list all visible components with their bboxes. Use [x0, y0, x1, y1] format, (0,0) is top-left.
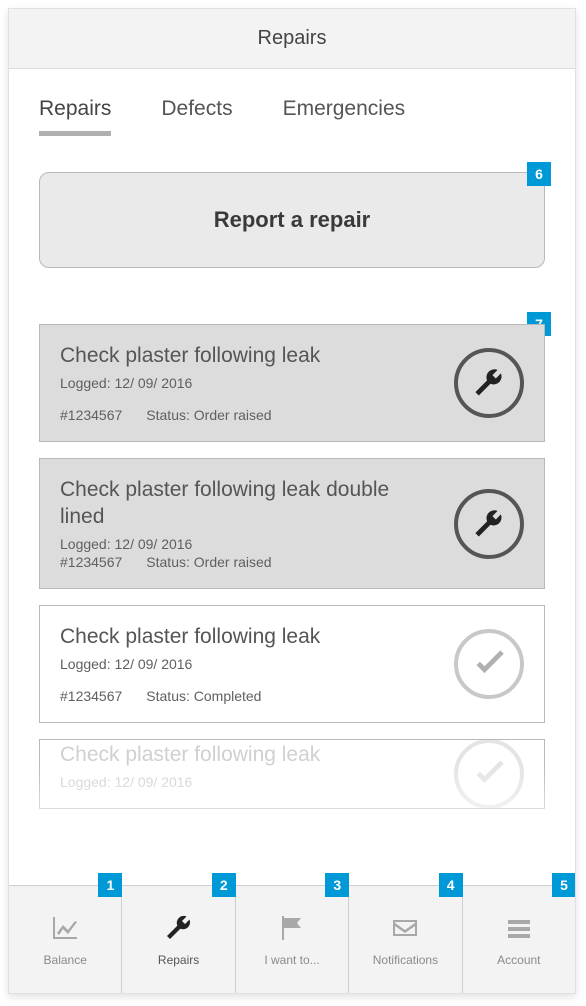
nav-repairs[interactable]: 2 Repairs — [122, 886, 235, 993]
repair-card[interactable]: Check plaster following leak Logged: 12/… — [39, 605, 545, 723]
nav-label: Account — [497, 953, 540, 967]
tab-label: Emergencies — [283, 97, 406, 120]
repair-meta: #1234567 Status: Order raised — [60, 554, 438, 570]
page-title-bar: Repairs — [9, 9, 575, 69]
wrench-icon — [454, 348, 524, 418]
repair-meta: #1234567 Status: Completed — [60, 688, 438, 704]
tab-label: Repairs — [39, 97, 111, 120]
nav-label: Balance — [44, 953, 87, 967]
repair-card[interactable]: Check plaster following leak Logged: 12/… — [39, 324, 545, 442]
nav-wantto[interactable]: 3 I want to... — [236, 886, 349, 993]
repair-list: 7 Check plaster following leak Logged: 1… — [39, 324, 545, 809]
nav-notifications[interactable]: 4 Notifications — [349, 886, 462, 993]
page-title: Repairs — [258, 27, 327, 50]
repair-meta: #1234567 Status: Order raised — [60, 407, 438, 423]
repair-ref: #1234567 — [60, 407, 122, 423]
wrench-icon — [164, 913, 194, 943]
repair-card[interactable]: Check plaster following leak double line… — [39, 458, 545, 589]
report-repair-label: Report a repair — [214, 207, 371, 232]
tab-defects[interactable]: Defects — [161, 97, 232, 136]
tab-repairs[interactable]: Repairs — [39, 97, 111, 136]
nav-balance[interactable]: 1 Balance — [9, 886, 122, 993]
repair-status: Status: Completed — [146, 688, 261, 704]
bottom-nav: 1 Balance 2 Repairs 3 I want to... 4 Not… — [9, 885, 575, 993]
repair-title: Check plaster following leak — [60, 343, 438, 369]
nav-label: I want to... — [264, 953, 319, 967]
mail-icon — [390, 913, 420, 943]
repair-status: Status: Order raised — [146, 407, 271, 423]
chart-icon — [50, 913, 80, 943]
repair-title: Check plaster following leak — [60, 624, 438, 650]
repair-card-body: Check plaster following leak Logged: 12/… — [60, 343, 438, 423]
report-repair-wrap: Report a repair 6 — [39, 172, 545, 268]
nav-badge: 2 — [212, 873, 236, 897]
check-icon — [454, 629, 524, 699]
tab-label: Defects — [161, 97, 232, 120]
repair-card[interactable]: Check plaster following leak Logged: 12/… — [39, 739, 545, 809]
wrench-icon — [454, 489, 524, 559]
repair-logged: Logged: 12/ 09/ 2016 — [60, 774, 438, 790]
nav-badge: 5 — [552, 873, 576, 897]
nav-label: Repairs — [158, 953, 199, 967]
repair-title: Check plaster following leak double line… — [60, 477, 438, 530]
tab-emergencies[interactable]: Emergencies — [283, 97, 406, 136]
tab-bar: Repairs Defects Emergencies — [39, 97, 545, 136]
report-repair-button[interactable]: Report a repair — [39, 172, 545, 268]
repair-card-body: Check plaster following leak double line… — [60, 477, 438, 570]
repair-status: Status: Order raised — [146, 554, 271, 570]
nav-account[interactable]: 5 Account — [463, 886, 575, 993]
repair-ref: #1234567 — [60, 688, 122, 704]
repair-ref: #1234567 — [60, 554, 122, 570]
nav-label: Notifications — [373, 953, 438, 967]
nav-badge: 1 — [98, 873, 122, 897]
flag-icon — [277, 913, 307, 943]
check-icon — [454, 739, 524, 809]
repair-logged: Logged: 12/ 09/ 2016 — [60, 536, 438, 552]
content-area: Repairs Defects Emergencies Report a rep… — [9, 69, 575, 885]
menu-icon — [504, 913, 534, 943]
repair-card-body: Check plaster following leak Logged: 12/… — [60, 742, 438, 806]
repair-logged: Logged: 12/ 09/ 2016 — [60, 656, 438, 672]
repair-logged: Logged: 12/ 09/ 2016 — [60, 375, 438, 391]
nav-badge: 4 — [439, 873, 463, 897]
nav-badge: 3 — [325, 873, 349, 897]
repair-card-body: Check plaster following leak Logged: 12/… — [60, 624, 438, 704]
app-frame: Repairs Repairs Defects Emergencies Repo… — [8, 8, 576, 994]
repair-title: Check plaster following leak — [60, 742, 438, 768]
badge-report: 6 — [527, 162, 551, 186]
